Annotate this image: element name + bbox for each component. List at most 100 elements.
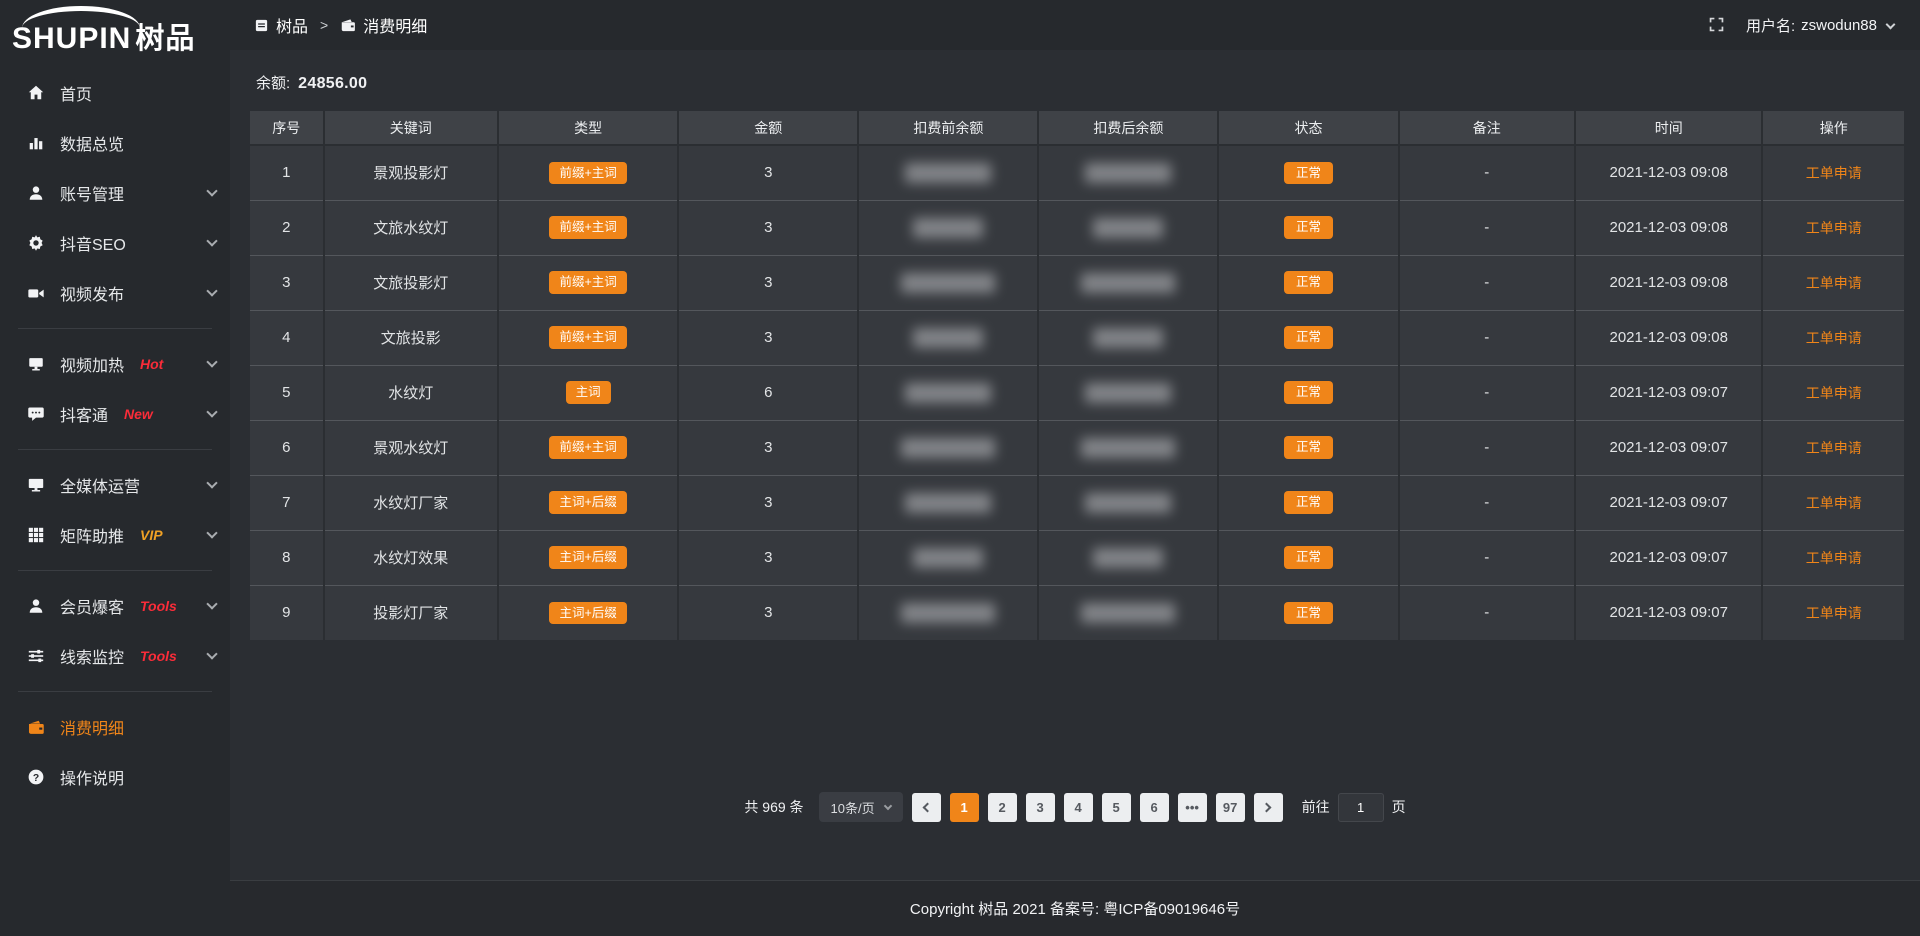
breadcrumb-current[interactable]: 消费明细 <box>340 13 427 37</box>
cell-index: 8 <box>250 530 324 585</box>
chevron-down-icon <box>206 356 217 367</box>
chevron-down-icon <box>883 801 891 809</box>
redacted-value <box>1081 273 1175 293</box>
work-order-link[interactable]: 工单申请 <box>1806 440 1862 456</box>
cell-keyword: 投影灯厂家 <box>324 585 499 640</box>
cell-time: 2021-12-03 09:08 <box>1575 145 1762 200</box>
status-badge: 正常 <box>1284 162 1333 185</box>
sidebar-item-media-operation[interactable]: 全媒体运营 <box>0 460 230 510</box>
sidebar-item-data-overview[interactable]: 数据总览 <box>0 118 230 168</box>
cell-action: 工单申请 <box>1762 145 1904 200</box>
cell-keyword: 水纹灯厂家 <box>324 475 499 530</box>
status-badge: 正常 <box>1284 326 1333 349</box>
cell-amount: 3 <box>678 420 858 475</box>
sidebar-item-video-publish[interactable]: 视频发布 <box>0 268 230 318</box>
type-tag: 前缀+主词 <box>549 216 626 239</box>
cell-balance-after <box>1038 310 1218 365</box>
breadcrumb-current-label: 消费明细 <box>363 13 427 37</box>
work-order-link[interactable]: 工单申请 <box>1806 165 1862 181</box>
sidebar-item-label: 数据总览 <box>60 131 124 155</box>
cell-amount: 3 <box>678 585 858 640</box>
sidebar-item-account-management[interactable]: 账号管理 <box>0 168 230 218</box>
goto-page-input[interactable] <box>1338 793 1384 822</box>
cell-amount: 3 <box>678 475 858 530</box>
table-row: 6 景观水纹灯 前缀+主词 3 正常 - 2021-12-03 09:07 工单… <box>250 420 1904 475</box>
page-button-2[interactable]: 2 <box>988 793 1017 822</box>
col-header-index: 序号 <box>250 111 324 145</box>
cell-balance-before <box>858 200 1038 255</box>
balance-value: 24856.00 <box>298 75 367 92</box>
sidebar-divider <box>18 449 212 450</box>
work-order-link[interactable]: 工单申请 <box>1806 275 1862 291</box>
page-button-1[interactable]: 1 <box>950 793 979 822</box>
cell-keyword: 文旅投影 <box>324 310 499 365</box>
cell-index: 6 <box>250 420 324 475</box>
work-order-link[interactable]: 工单申请 <box>1806 330 1862 346</box>
hot-badge: Hot <box>140 356 163 372</box>
home-icon <box>26 84 45 103</box>
table-row: 4 文旅投影 前缀+主词 3 正常 - 2021-12-03 09:08 工单申… <box>250 310 1904 365</box>
sidebar-item-member-baoke[interactable]: 会员爆客 Tools <box>0 581 230 631</box>
sidebar-item-home[interactable]: 首页 <box>0 68 230 118</box>
status-badge: 正常 <box>1284 491 1333 514</box>
page-size-value: 10条/页 <box>831 798 875 817</box>
sidebar-item-douyin-seo[interactable]: 抖音SEO <box>0 218 230 268</box>
cell-amount: 3 <box>678 530 858 585</box>
chevron-down-icon <box>206 527 217 538</box>
sidebar-item-label: 首页 <box>60 81 92 105</box>
sidebar-item-label: 线索监控 <box>60 644 124 668</box>
page-size-select[interactable]: 10条/页 <box>819 792 903 822</box>
work-order-link[interactable]: 工单申请 <box>1806 605 1862 621</box>
sidebar-item-video-heating[interactable]: 视频加热 Hot <box>0 339 230 389</box>
sidebar-item-consume-detail[interactable]: 消费明细 <box>0 702 230 752</box>
work-order-link[interactable]: 工单申请 <box>1806 220 1862 236</box>
cell-balance-before <box>858 145 1038 200</box>
sidebar-item-label: 矩阵助推 <box>60 523 124 547</box>
cell-action: 工单申请 <box>1762 530 1904 585</box>
sidebar-item-label: 消费明细 <box>60 715 124 739</box>
sidebar-item-label: 操作说明 <box>60 765 124 789</box>
work-order-link[interactable]: 工单申请 <box>1806 495 1862 511</box>
cell-time: 2021-12-03 09:07 <box>1575 420 1762 475</box>
logo-text-cn: 树品 <box>135 23 195 55</box>
page-button-5[interactable]: 5 <box>1102 793 1131 822</box>
fullscreen-icon[interactable] <box>1708 16 1726 34</box>
cell-remark: - <box>1399 585 1575 640</box>
cell-status: 正常 <box>1218 365 1398 420</box>
table-row: 9 投影灯厂家 主词+后缀 3 正常 - 2021-12-03 09:07 工单… <box>250 585 1904 640</box>
sidebar-item-doukertong[interactable]: 抖客通 New <box>0 389 230 439</box>
sidebar-item-label: 抖客通 <box>60 402 108 426</box>
sidebar-item-clue-monitor[interactable]: 线索监控 Tools <box>0 631 230 681</box>
logo-arc-decoration <box>22 6 140 28</box>
page-button-4[interactable]: 4 <box>1064 793 1093 822</box>
page-button-97[interactable]: 97 <box>1216 793 1245 822</box>
sidebar-item-matrix-boost[interactable]: 矩阵助推 VIP <box>0 510 230 560</box>
cell-index: 9 <box>250 585 324 640</box>
chevron-down-icon <box>206 235 217 246</box>
wallet-icon <box>340 17 356 33</box>
cell-keyword: 文旅投影灯 <box>324 255 499 310</box>
pages-ellipsis-button[interactable]: ••• <box>1178 793 1207 822</box>
next-page-button[interactable] <box>1254 793 1283 822</box>
cell-index: 7 <box>250 475 324 530</box>
col-header-balance-after: 扣费后余额 <box>1038 111 1218 145</box>
page-button-3[interactable]: 3 <box>1026 793 1055 822</box>
sidebar-item-label: 抖音SEO <box>60 231 126 255</box>
svg-text:?: ? <box>32 773 38 784</box>
page-button-6[interactable]: 6 <box>1140 793 1169 822</box>
work-order-link[interactable]: 工单申请 <box>1806 385 1862 401</box>
cell-balance-before <box>858 420 1038 475</box>
cell-type: 前缀+主词 <box>498 420 678 475</box>
breadcrumb-root[interactable]: 树品 <box>254 13 308 37</box>
sidebar-item-operation-guide[interactable]: ? 操作说明 <box>0 752 230 802</box>
work-order-link[interactable]: 工单申请 <box>1806 550 1862 566</box>
cell-status: 正常 <box>1218 200 1398 255</box>
cell-status: 正常 <box>1218 585 1398 640</box>
consume-table: 序号 关键词 类型 金额 扣费前余额 扣费后余额 状态 备注 时间 操作 1 景… <box>250 111 1904 640</box>
cell-remark: - <box>1399 255 1575 310</box>
user-menu[interactable]: 用户名: zswodun88 <box>1746 15 1894 36</box>
cell-amount: 3 <box>678 310 858 365</box>
cell-action: 工单申请 <box>1762 365 1904 420</box>
cell-remark: - <box>1399 475 1575 530</box>
prev-page-button[interactable] <box>912 793 941 822</box>
